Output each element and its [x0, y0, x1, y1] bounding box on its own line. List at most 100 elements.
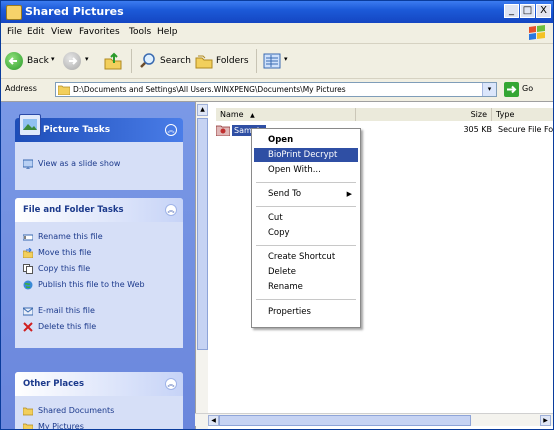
move-icon [23, 248, 33, 258]
menu-separator [256, 299, 356, 300]
scroll-right-icon[interactable]: ▶ [540, 415, 551, 426]
window-title: Shared Pictures [25, 5, 124, 18]
title-bar[interactable]: Shared Pictures _ □ X [1, 1, 553, 23]
email-icon [23, 307, 33, 316]
scroll-up-icon[interactable]: ▲ [197, 104, 208, 116]
menu-file[interactable]: File [7, 27, 22, 37]
views-dropdown-icon[interactable]: ▾ [284, 55, 288, 63]
menu-item-delete[interactable]: Delete [254, 265, 358, 279]
menu-item-open-with[interactable]: Open With... [254, 163, 358, 177]
secure-folder-icon [216, 125, 230, 136]
column-header-type[interactable]: Type [492, 108, 553, 121]
sort-ascending-icon: ▲ [250, 112, 255, 119]
maximize-button[interactable]: □ [520, 4, 535, 18]
task-pane: Picture Tasks ︽ View as a slide show Fil… [1, 102, 195, 429]
context-menu: Open BioPrint Decrypt Open With... Send … [251, 128, 361, 328]
picture-tasks-icon [19, 114, 41, 136]
menu-separator [256, 182, 356, 183]
file-folder-tasks-header[interactable]: File and Folder Tasks ︽ [15, 198, 183, 222]
menu-tools[interactable]: Tools [129, 27, 151, 37]
search-icon [140, 53, 155, 68]
scroll-thumb[interactable] [197, 118, 208, 350]
menu-item-send-to-label: Send To [268, 189, 302, 199]
close-button[interactable]: X [536, 4, 551, 18]
menu-item-cut[interactable]: Cut [254, 211, 358, 225]
address-dropdown-icon[interactable]: ▾ [482, 83, 496, 96]
go-arrow-icon[interactable] [504, 82, 519, 97]
menu-bar: File Edit View Favorites Tools Help [1, 23, 553, 44]
delete-file-label: Delete this file [38, 322, 97, 331]
globe-icon [23, 280, 33, 290]
other-places-header[interactable]: Other Places ︽ [15, 372, 183, 396]
menu-view[interactable]: View [51, 27, 72, 37]
menu-help[interactable]: Help [157, 27, 178, 37]
toolbar: Back ▾ ▾ Search Folders ▾ [1, 44, 553, 79]
address-bar: Address D:\Documents and Settings\All Us… [1, 79, 553, 102]
horizontal-scrollbar[interactable]: ◀ ▶ [195, 413, 553, 426]
menu-item-send-to[interactable]: Send To ▶ [254, 187, 358, 201]
toolbar-separator [131, 49, 132, 73]
publish-file-label: Publish this file to the Web [38, 280, 145, 289]
picture-tasks-panel: Picture Tasks ︽ View as a slide show [15, 114, 183, 190]
address-label: Address [5, 84, 37, 93]
folders-icon [195, 55, 213, 69]
shared-documents-label: Shared Documents [38, 406, 115, 415]
column-name-label: Name [220, 110, 244, 119]
chevron-up-icon[interactable]: ︽ [165, 124, 177, 136]
back-dropdown-icon[interactable]: ▾ [51, 55, 55, 63]
pictures-folder-icon [23, 423, 33, 429]
folders-label: Folders [216, 56, 249, 66]
folders-button[interactable]: Folders [195, 51, 251, 71]
column-size-label: Size [470, 110, 487, 119]
email-file-label: E-mail this file [38, 306, 95, 315]
search-label: Search [160, 56, 191, 66]
chevron-up-icon[interactable]: ︽ [165, 204, 177, 216]
minimize-button[interactable]: _ [504, 4, 519, 18]
rename-icon [23, 234, 33, 241]
hscroll-thumb[interactable] [219, 415, 471, 426]
back-label: Back [27, 56, 49, 66]
menu-item-bioprint-decrypt[interactable]: BioPrint Decrypt [254, 148, 358, 162]
menu-item-rename[interactable]: Rename [254, 280, 358, 294]
menu-item-copy[interactable]: Copy [254, 226, 358, 240]
menu-separator [256, 206, 356, 207]
go-button[interactable]: Go [522, 84, 533, 93]
forward-button[interactable]: ▾ [63, 51, 97, 71]
menu-separator [256, 245, 356, 246]
explorer-window: Shared Pictures _ □ X File Edit View Fav… [0, 0, 554, 430]
file-type: Secure File Folder [498, 125, 554, 134]
menu-edit[interactable]: Edit [27, 27, 44, 37]
up-folder-icon [104, 52, 122, 70]
back-button[interactable]: Back ▾ [5, 51, 61, 71]
search-button[interactable]: Search [139, 51, 191, 71]
copy-file-label: Copy this file [38, 264, 91, 273]
move-file-label: Move this file [38, 248, 92, 257]
slideshow-icon [23, 159, 33, 169]
back-arrow-icon [5, 52, 23, 70]
forward-dropdown-icon[interactable]: ▾ [85, 55, 89, 63]
menu-item-properties[interactable]: Properties [254, 305, 358, 319]
column-header-size[interactable]: Size [356, 108, 492, 121]
menu-item-create-shortcut[interactable]: Create Shortcut [254, 250, 358, 264]
address-input[interactable]: D:\Documents and Settings\All Users.WINX… [55, 82, 497, 97]
scroll-left-icon[interactable]: ◀ [208, 415, 219, 426]
view-slideshow-label: View as a slide show [38, 159, 121, 168]
submenu-arrow-icon: ▶ [346, 190, 352, 198]
menu-favorites[interactable]: Favorites [79, 27, 120, 37]
file-size: 305 KB [463, 125, 492, 134]
delete-x-icon [23, 322, 33, 332]
forward-arrow-icon [63, 52, 81, 70]
task-pane-scrollbar[interactable]: ▲ [195, 102, 208, 429]
file-folder-tasks-title: File and Folder Tasks [23, 205, 124, 215]
folder-icon [58, 85, 70, 95]
views-button[interactable]: ▾ [263, 51, 291, 71]
menu-item-open[interactable]: Open [254, 133, 358, 147]
picture-tasks-title: Picture Tasks [43, 125, 111, 135]
up-folder-button[interactable] [103, 51, 123, 71]
shared-folder-icon [23, 407, 33, 416]
toolbar-separator-2 [256, 49, 257, 73]
folder-icon [6, 5, 22, 20]
picture-tasks-header[interactable]: Picture Tasks ︽ [15, 114, 183, 142]
chevron-up-icon[interactable]: ︽ [165, 378, 177, 390]
column-header-name[interactable]: Name ▲ [216, 108, 356, 121]
